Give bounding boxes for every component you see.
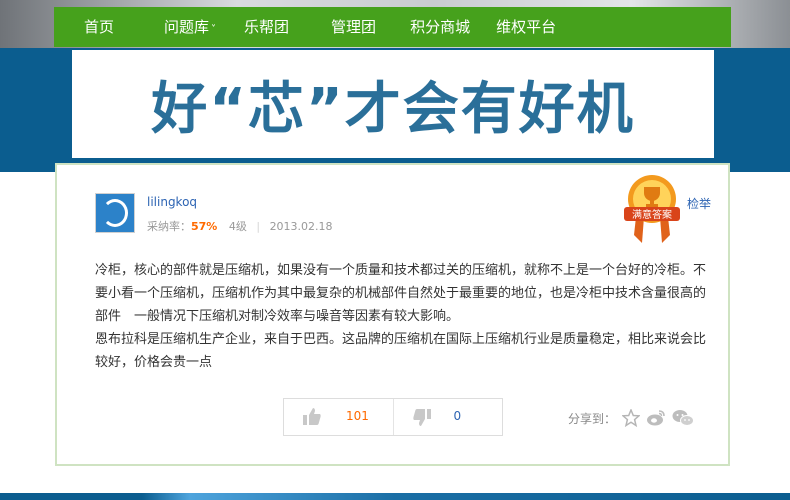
banner-title: 好“芯”才会有好机 bbox=[151, 76, 635, 142]
nav-item-question-library[interactable]: 问题库 ˅ bbox=[164, 7, 216, 47]
nav-item-label: 维权平台 bbox=[496, 18, 557, 36]
wechat-icon[interactable] bbox=[672, 409, 695, 427]
nav-item-home[interactable]: 首页 bbox=[84, 7, 114, 47]
main-nav: 首页 问题库 ˅ 乐帮团 管理团 积分商城 维权平台 bbox=[54, 7, 731, 47]
answer-body: 冷柜，核心的部件就是压缩机，如果没有一个质量和技术都过关的压缩机，就称不上是一个… bbox=[95, 259, 711, 374]
divider: | bbox=[256, 220, 261, 233]
thumbs-down-icon bbox=[412, 409, 431, 426]
nav-item-label: 首页 bbox=[84, 18, 115, 36]
user-level: 4级 bbox=[228, 220, 247, 233]
nav-item-label: 管理团 bbox=[331, 18, 377, 36]
upvote-button[interactable]: 101 bbox=[284, 399, 393, 435]
chevron-down-icon: ˅ bbox=[211, 24, 217, 35]
answer-paragraph: 恩布拉科是压缩机生产企业，来自于巴西。这品牌的压缩机在国际上压缩机行业是质量稳定… bbox=[95, 332, 707, 370]
nav-item-label: 积分商城 bbox=[410, 18, 471, 36]
nav-item-admin-team[interactable]: 管理团 bbox=[331, 7, 376, 47]
answer-paragraph: 冷柜，核心的部件就是压缩机，如果没有一个质量和技术都过关的压缩机，就称不上是一个… bbox=[95, 263, 707, 324]
nav-item-points-mall[interactable]: 积分商城 bbox=[410, 7, 470, 47]
adoption-rate-label: 采纳率： bbox=[147, 220, 191, 233]
upvote-count: 101 bbox=[346, 409, 369, 423]
avatar[interactable] bbox=[95, 193, 135, 233]
share-label: 分享到： bbox=[568, 411, 617, 426]
nav-item-label: 问题库 bbox=[164, 18, 210, 36]
adoption-rate-value: 57% bbox=[191, 220, 218, 233]
downvote-count: 0 bbox=[453, 409, 462, 423]
username-link[interactable]: lilingkoq bbox=[147, 195, 197, 209]
report-link[interactable]: 检举 bbox=[687, 195, 711, 212]
thumbs-up-icon bbox=[303, 408, 321, 425]
answer-date: 2013.02.18 bbox=[269, 220, 333, 233]
nav-item-label: 乐帮团 bbox=[244, 18, 290, 36]
nav-item-rights-platform[interactable]: 维权平台 bbox=[496, 7, 556, 47]
answer-meta: 采纳率：57% 4级 | 2013.02.18 bbox=[147, 218, 333, 234]
nav-item-help-team[interactable]: 乐帮团 bbox=[244, 7, 289, 47]
vote-box: 101 0 bbox=[283, 398, 503, 436]
satisfied-answer-badge-icon: 满意答案 bbox=[624, 175, 680, 243]
share-bar: 分享到： bbox=[568, 409, 700, 427]
bottom-bar bbox=[0, 493, 790, 500]
banner: 好“芯”才会有好机 bbox=[70, 48, 716, 160]
answer-card: lilingkoq 采纳率：57% 4级 | 2013.02.18 满意答案 检… bbox=[55, 163, 730, 466]
avatar-logo-icon bbox=[102, 199, 128, 227]
downvote-button[interactable]: 0 bbox=[392, 399, 503, 435]
star-icon[interactable] bbox=[622, 409, 641, 427]
badge-text: 满意答案 bbox=[632, 208, 672, 221]
weibo-icon[interactable] bbox=[646, 409, 666, 427]
